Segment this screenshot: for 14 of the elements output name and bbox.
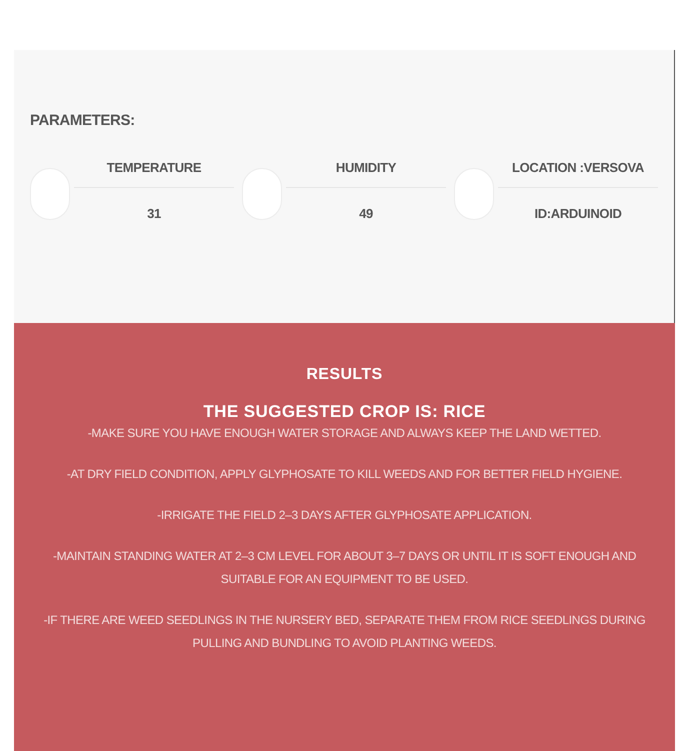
advice-text: -AT DRY FIELD CONDITION, APPLY GLYPHOSATE TO KILL WEEDS AND FOR BETTER FIELD HYGIENE. [66,466,622,484]
advice-text: -IF THERE ARE WEED SEEDLINGS IN THE NURSERY BED, SEPARATE THEM FROM RICE SEEDLINGS DURING PULLING AND BUNDLING TO AVOID PLANTING WEEDS. [42,612,646,652]
results-heading: RESULTS [306,365,383,385]
suggested-crop: THE SUGGESTED CROP IS: RICE [203,401,486,422]
advice-text: -IRRIGATE THE FIELD 2–3 DAYS AFTER GLYPHOSATE APPLICATION. [157,507,532,524]
parameters-heading: PARAMETERS: [30,111,136,131]
parameter-value: 31 [147,204,161,222]
parameter-label: HUMIDITY [336,158,396,177]
advice-text: -MAINTAIN STANDING WATER AT 2–3 CM LEVEL FOR ABOUT 3–7 DAYS OR UNTIL IT IS SOFT ENOUGH AND SUITABLE FOR AN EQUIPMENT TO BE USED. [52,548,638,588]
advice-text: -MAKE SURE YOU HAVE ENOUGH WATER STORAGE AND ALWAYS KEEP THE LAND WETTED. [88,425,602,442]
parameter-value: ID:ARDUINOID [534,204,622,222]
parameter-label: LOCATION :VERSOVA [512,158,644,177]
parameter-value: 49 [359,204,373,222]
parameter-label: TEMPERATURE [106,158,202,177]
